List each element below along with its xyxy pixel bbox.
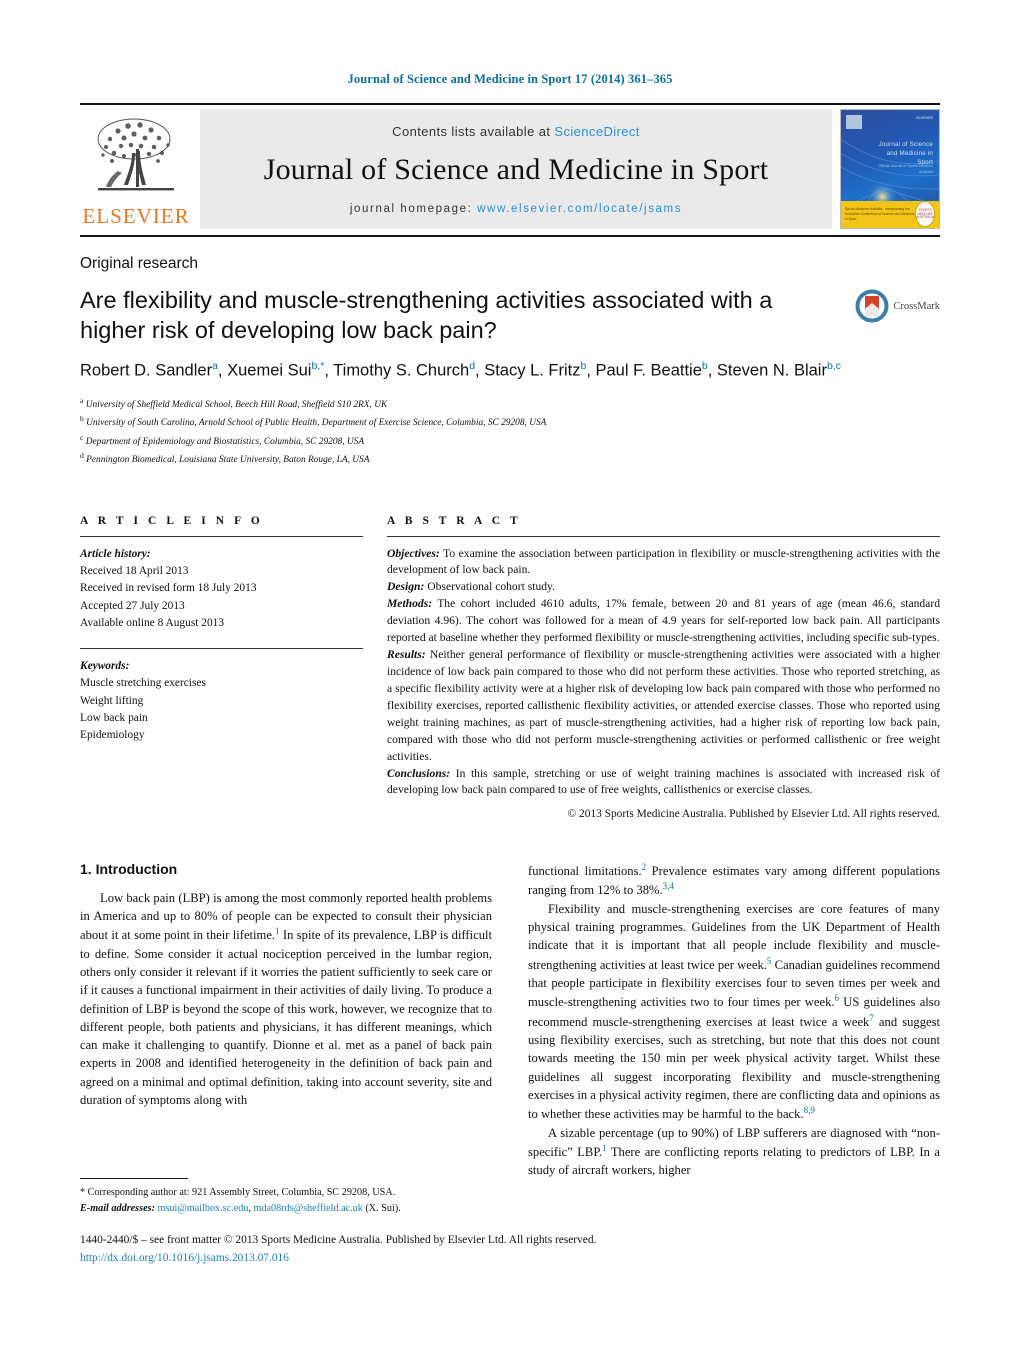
intro-paragraph-right-1: functional limitations.2 Prevalence esti… bbox=[528, 861, 940, 898]
affiliation-text: University of South Carolina, Arnold Sch… bbox=[86, 418, 547, 429]
abstract-conclusions-label: Conclusions: bbox=[387, 766, 451, 780]
cover-footer-band: Sports Medicine Australia · incorporatin… bbox=[841, 200, 939, 228]
intro-paragraph-right-3: A sizable percentage (up to 90%) of LBP … bbox=[528, 1125, 940, 1178]
affiliation-item: b University of South Carolina, Arnold S… bbox=[80, 413, 940, 431]
cover-footer-text: Sports Medicine Australia · incorporatin… bbox=[845, 206, 915, 222]
footer-doi-link[interactable]: http://dx.doi.org/10.1016/j.jsams.2013.0… bbox=[80, 1250, 940, 1268]
info-abstract-row: A R T I C L E I N F O Article history: R… bbox=[80, 515, 940, 823]
contents-prefix: Contents lists available at bbox=[392, 123, 555, 139]
journal-title: Journal of Science and Medicine in Sport bbox=[263, 152, 769, 186]
abstract-results-label: Results: bbox=[387, 648, 426, 662]
sciencedirect-link[interactable]: ScienceDirect bbox=[554, 124, 639, 139]
footer-copyright: 1440-2440/$ – see front matter © 2013 Sp… bbox=[80, 1234, 597, 1246]
abstract-methods-text: The cohort included 4610 adults, 17% fem… bbox=[387, 597, 940, 645]
article-history-label: Article history: bbox=[80, 547, 151, 560]
abstract-copyright: © 2013 Sports Medicine Australia. Publis… bbox=[567, 808, 940, 821]
cover-subtitle: Official Journal of Sports Medicine Aust… bbox=[878, 164, 933, 175]
elsevier-tree-icon bbox=[97, 118, 174, 191]
intro-paragraph-right-2: Flexibility and muscle-strengthening exe… bbox=[528, 901, 940, 1122]
running-head: Journal of Science and Medicine in Sport… bbox=[347, 72, 673, 86]
article-info-column: A R T I C L E I N F O Article history: R… bbox=[80, 515, 363, 823]
keyword-item: Epidemiology bbox=[80, 729, 145, 742]
abstract-results: Results: Neither general performance of … bbox=[387, 647, 940, 765]
keywords-label: Keywords: bbox=[80, 660, 130, 673]
journal-masthead: ELSEVIER Contents lists available at Sci… bbox=[80, 103, 940, 235]
abstract-design: Design: Observational cohort study. bbox=[387, 579, 940, 596]
keyword-item: Weight lifting bbox=[80, 694, 144, 707]
affiliation-marker: b bbox=[80, 414, 84, 424]
abstract-design-text: Observational cohort study. bbox=[424, 580, 555, 594]
history-item: Received 18 April 2013 bbox=[80, 564, 189, 577]
cover-brand: ELSEVIER bbox=[916, 116, 933, 120]
abstract-design-label: Design: bbox=[387, 580, 425, 594]
affiliation-item: c Department of Epidemiology and Biostat… bbox=[80, 432, 940, 450]
paper-page: Journal of Science and Medicine in Sport… bbox=[0, 0, 1020, 1351]
page-title: Are flexibility and muscle-strengthening… bbox=[80, 287, 773, 344]
abstract-methods: Methods: The cohort included 4610 adults… bbox=[387, 596, 940, 647]
email-suffix: (X. Sui). bbox=[365, 1202, 401, 1214]
journal-homepage-line: journal homepage: www.elsevier.com/locat… bbox=[350, 203, 682, 215]
affiliation-list: a University of Sheffield Medical School… bbox=[80, 395, 940, 468]
author-list: Robert D. Sandlera, Xuemei Suib,*, Timot… bbox=[80, 360, 841, 380]
email-label: E-mail addresses: bbox=[80, 1202, 155, 1214]
abstract-objectives: Objectives: To examine the association b… bbox=[387, 546, 940, 580]
email-line: E-mail addresses: msui@mailbox.sc.edu, m… bbox=[80, 1201, 510, 1217]
affiliation-text: Pennington Biomedical, Louisiana State U… bbox=[86, 455, 370, 466]
abstract-objectives-label: Objectives: bbox=[387, 546, 440, 560]
corresponding-author-footnote: * Corresponding author at: 921 Assembly … bbox=[80, 1178, 510, 1216]
history-item: Received in revised form 18 July 2013 bbox=[80, 582, 257, 595]
history-item: Available online 8 August 2013 bbox=[80, 616, 225, 629]
corresponding-author-line: * Corresponding author at: 921 Assembly … bbox=[80, 1187, 396, 1198]
homepage-prefix: journal homepage: bbox=[349, 202, 478, 215]
keyword-item: Muscle stretching exercises bbox=[80, 677, 206, 690]
journal-band: Contents lists available at ScienceDirec… bbox=[200, 109, 832, 229]
affiliation-item: a University of Sheffield Medical School… bbox=[80, 395, 940, 413]
contents-available-line: Contents lists available at ScienceDirec… bbox=[392, 124, 640, 139]
abstract-results-text: Neither general performance of flexibili… bbox=[387, 648, 940, 763]
divider bbox=[387, 535, 940, 537]
cover-society-badge: SPORTS MEDICINE AUSTRALIA bbox=[915, 201, 935, 228]
abstract-label: A B S T R A C T bbox=[387, 514, 522, 527]
crossmark-icon bbox=[855, 289, 889, 323]
article-history-block: Article history: Received 18 April 2013 … bbox=[80, 546, 363, 633]
body-column-right: functional limitations.2 Prevalence esti… bbox=[528, 861, 940, 1180]
article-type-kicker: Original research bbox=[80, 255, 199, 272]
history-item: Accepted 27 July 2013 bbox=[80, 599, 185, 612]
affiliation-text: Department of Epidemiology and Biostatis… bbox=[85, 436, 365, 447]
divider bbox=[80, 535, 363, 537]
elsevier-logo: ELSEVIER bbox=[80, 105, 192, 235]
footnote-body: * Corresponding author at: 921 Assembly … bbox=[80, 1185, 510, 1216]
affiliation-marker: c bbox=[80, 432, 84, 442]
body-column-left: 1. Introduction Low back pain (LBP) is a… bbox=[80, 861, 492, 1180]
keyword-item: Low back pain bbox=[80, 712, 148, 725]
abstract-column: A B S T R A C T Objectives: To examine t… bbox=[387, 515, 940, 823]
journal-homepage-link[interactable]: www.elsevier.com/locate/jsams bbox=[477, 203, 682, 215]
cover-elsevier-mark bbox=[846, 115, 862, 129]
divider bbox=[80, 648, 363, 650]
abstract-body: Objectives: To examine the association b… bbox=[387, 546, 940, 823]
article-info-label: A R T I C L E I N F O bbox=[80, 514, 264, 527]
abstract-conclusions: Conclusions: In this sample, stretching … bbox=[387, 766, 940, 800]
affiliation-text: University of Sheffield Medical School, … bbox=[85, 400, 388, 411]
abstract-objectives-text: To examine the association between parti… bbox=[387, 546, 940, 577]
section-heading-introduction: 1. Introduction bbox=[80, 860, 178, 877]
footnote-divider bbox=[80, 1178, 188, 1179]
affiliation-item: d Pennington Biomedical, Louisiana State… bbox=[80, 450, 940, 468]
page-footer: 1440-2440/$ – see front matter © 2013 Sp… bbox=[80, 1232, 940, 1267]
intro-paragraph-left: Low back pain (LBP) is among the most co… bbox=[80, 890, 493, 1107]
journal-cover-thumbnail: ELSEVIER Journal of Science and Medicine… bbox=[840, 109, 940, 229]
keywords-block: Keywords: Muscle stretching exercises We… bbox=[80, 658, 363, 745]
masthead-bottom-rule bbox=[80, 235, 940, 237]
affiliation-marker: d bbox=[80, 451, 84, 461]
body-columns: 1. Introduction Low back pain (LBP) is a… bbox=[80, 861, 940, 1180]
crossmark-label: CrossMark bbox=[893, 300, 940, 312]
crossmark-badge[interactable]: CrossMark bbox=[855, 289, 940, 323]
affiliation-marker: a bbox=[80, 396, 84, 406]
elsevier-wordmark: ELSEVIER bbox=[82, 204, 190, 228]
abstract-methods-label: Methods: bbox=[387, 597, 433, 611]
abstract-conclusions-text: In this sample, stretching or use of wei… bbox=[387, 766, 940, 797]
email-link-1[interactable]: msui@mailbox.sc.edu bbox=[158, 1203, 249, 1214]
title-row: Are flexibility and muscle-strengthening… bbox=[80, 285, 940, 345]
email-link-2[interactable]: mda08rds@sheffield.ac.uk bbox=[254, 1203, 363, 1214]
